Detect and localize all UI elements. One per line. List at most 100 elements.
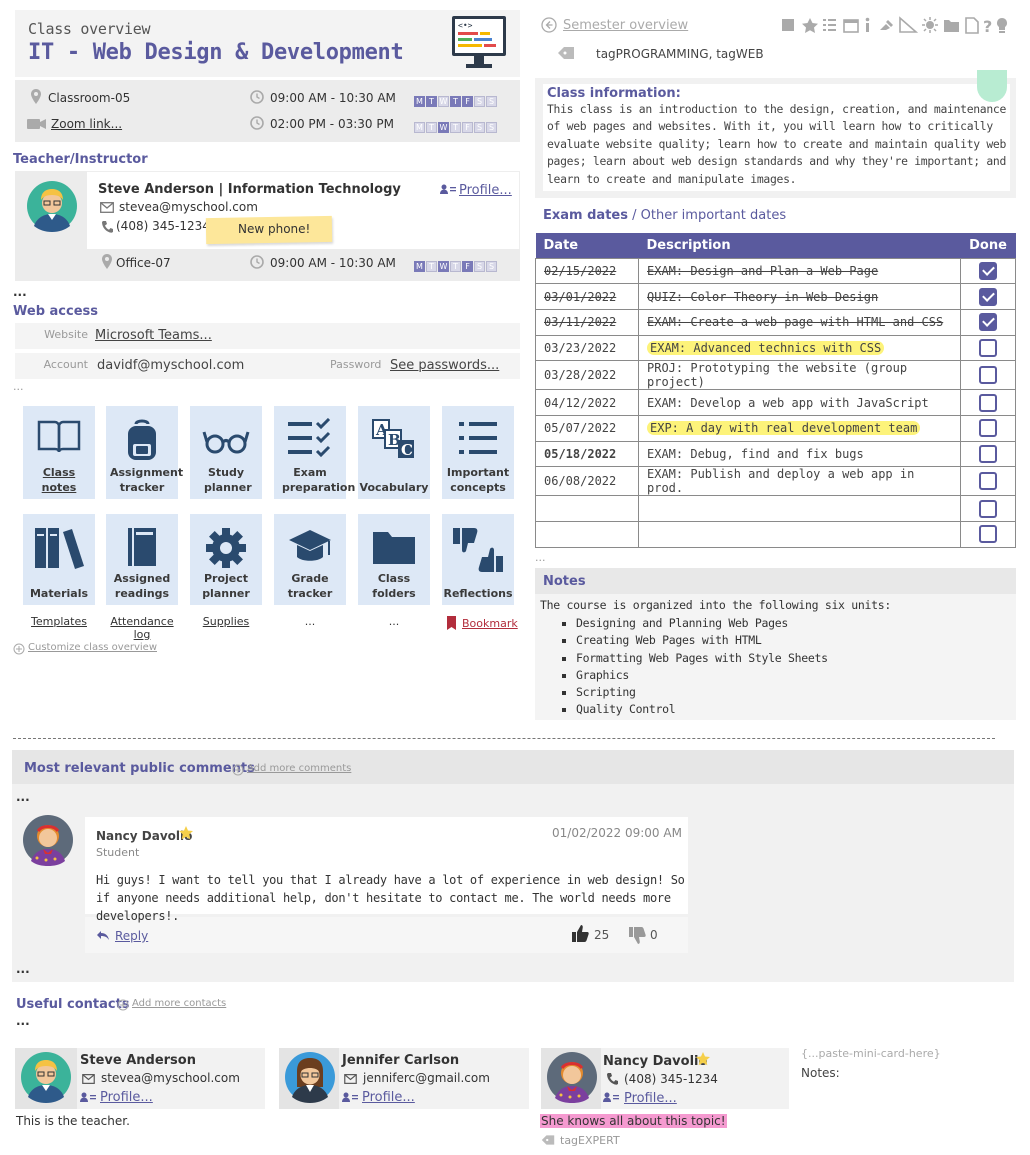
thumbs-icon: [453, 528, 503, 572]
teacher-profile-link[interactable]: Profile...: [459, 183, 512, 198]
contact-profile-link[interactable]: Profile...: [624, 1091, 677, 1106]
gear-icon: [206, 528, 246, 568]
ellipsis: ...: [535, 551, 546, 564]
zoom-link[interactable]: Zoom link...: [51, 117, 122, 131]
website-link[interactable]: Microsoft Teams...: [95, 328, 212, 343]
thumbs-up-icon[interactable]: [572, 925, 589, 942]
back-circle-icon[interactable]: [541, 17, 557, 33]
exam-description: EXAM: Create a web page with HTML and CS…: [638, 308, 961, 336]
ellipsis: ...: [13, 285, 27, 299]
exam-done-cell: [960, 414, 1016, 442]
abc-icon: ABC: [372, 419, 414, 459]
day-sat: S: [474, 96, 485, 107]
tile-important-concepts[interactable]: Important concepts: [442, 406, 514, 499]
exam-description: EXAM: Advanced technics with CSS: [638, 334, 961, 362]
done-checkbox[interactable]: [979, 261, 997, 280]
add-contacts-link[interactable]: Add more contacts: [132, 998, 226, 1009]
office-hours: 09:00 AM - 10:30 AM: [270, 256, 396, 270]
bookmark-link[interactable]: Bookmark: [462, 617, 518, 630]
tile-vocabulary[interactable]: ABC Vocabulary: [358, 406, 430, 499]
reply-icon: [97, 931, 109, 940]
star-icon: [696, 1052, 710, 1066]
tile-label: Vocabulary: [359, 481, 429, 494]
col-date: Date: [535, 233, 639, 258]
contact-profile-link[interactable]: Profile...: [362, 1090, 415, 1105]
profile-icon: [440, 184, 456, 194]
contact-profile-link[interactable]: Profile...: [100, 1090, 153, 1105]
done-checkbox[interactable]: [979, 499, 997, 518]
tile-materials[interactable]: Materials: [23, 514, 95, 605]
clock-icon: [250, 90, 264, 104]
done-checkbox[interactable]: [979, 472, 997, 491]
done-checkbox[interactable]: [979, 287, 997, 306]
done-checkbox[interactable]: [979, 525, 997, 544]
toolbar-icons[interactable]: ?: [780, 16, 1020, 36]
semester-overview-link[interactable]: Semester overview: [563, 18, 688, 33]
ellipsis: ...: [13, 380, 24, 393]
customize-link[interactable]: Customize class overview: [28, 642, 157, 653]
exam-description: PROJ: Prototyping the website (group pro…: [638, 360, 961, 391]
tile-assignment-tracker[interactable]: Assignment tracker: [106, 406, 183, 499]
comment-role: Student: [96, 846, 140, 859]
exam-description-text: QUIZ: Color Theory in Web Design: [647, 289, 879, 304]
done-checkbox[interactable]: [979, 419, 997, 438]
done-checkbox[interactable]: [979, 338, 997, 357]
tile-study-planner[interactable]: Study planner: [190, 406, 262, 499]
done-checkbox[interactable]: [979, 393, 997, 412]
tag-icon: [558, 47, 574, 59]
tile-label: Reflections: [443, 587, 513, 600]
more-link[interactable]: ...: [358, 615, 430, 628]
books-icon: [35, 528, 84, 569]
exam-description-text: EXP: A day with real development team: [647, 421, 921, 436]
star-icon: [179, 826, 193, 840]
tile-assigned-readings[interactable]: Assigned readings: [106, 514, 178, 605]
thumbs-down-icon[interactable]: [629, 927, 646, 944]
notes-list: Designing and Planning Web PagesCreating…: [576, 615, 828, 719]
teacher-phone: (408) 345-1234: [116, 219, 210, 233]
done-checkbox[interactable]: [979, 313, 997, 332]
tile-reflections[interactable]: Reflections: [442, 514, 514, 605]
day-thu: T: [450, 261, 461, 272]
website-label: Website: [44, 328, 88, 341]
day-fri: F: [462, 261, 473, 272]
list-item: Creating Web Pages with HTML: [576, 632, 828, 649]
folder-icon: [373, 532, 415, 564]
tile-exam-preparation[interactable]: Exam preparation: [274, 406, 355, 499]
svg-text:C: C: [401, 441, 413, 459]
exam-done-cell: [960, 521, 1016, 548]
tile-project-planner[interactable]: Project planner: [190, 514, 262, 605]
templates-link[interactable]: Templates: [23, 615, 95, 628]
class-info-title: Class information:: [547, 86, 681, 101]
done-checkbox[interactable]: [979, 444, 997, 463]
exam-date: 06/08/2022: [535, 466, 639, 497]
day-wed: W: [438, 96, 449, 107]
attendance-log-link[interactable]: Attendance log: [102, 615, 182, 641]
tile-grade-tracker[interactable]: Grade tracker: [274, 514, 346, 605]
more-link[interactable]: ...: [274, 615, 346, 628]
clock-icon: [250, 255, 264, 269]
graduation-cap-icon: [289, 530, 331, 561]
password-link[interactable]: See passwords...: [390, 358, 499, 373]
page-title: IT - Web Design & Development: [28, 40, 404, 65]
exam-title-main: Exam dates: [543, 208, 628, 223]
day-tue: T: [426, 261, 437, 272]
exam-date: 05/18/2022: [535, 440, 639, 468]
done-checkbox[interactable]: [979, 366, 997, 385]
weekdays-2: MTWTFSS: [414, 117, 498, 136]
reply-link[interactable]: Reply: [115, 929, 148, 943]
tile-class-folders[interactable]: Class folders: [358, 514, 430, 605]
exam-description-text: EXAM: Advanced technics with CSS: [647, 340, 885, 355]
supplies-link[interactable]: Supplies: [190, 615, 262, 628]
tile-class-notes[interactable]: Class notes: [23, 406, 95, 499]
table-row: 06/08/2022 EXAM: Publish and deploy a web…: [535, 466, 1016, 497]
table-row: 03/28/2022 PROJ: Prototyping the website …: [535, 360, 1016, 391]
office-weekdays: MTWTFSS: [414, 256, 498, 275]
add-comments-link[interactable]: Add more comments: [247, 763, 351, 774]
exam-description-text: EXAM: Debug, find and fix bugs: [647, 446, 864, 461]
day-sun: S: [486, 122, 497, 133]
add-circle-icon: [13, 643, 25, 655]
tile-label: Project planner: [202, 572, 250, 600]
exam-done-cell: [960, 389, 1016, 416]
comment-text: Hi guys! I want to tell you that I alrea…: [96, 873, 685, 923]
table-row: 05/18/2022 EXAM: Debug, find and fix bugs: [535, 440, 1016, 468]
